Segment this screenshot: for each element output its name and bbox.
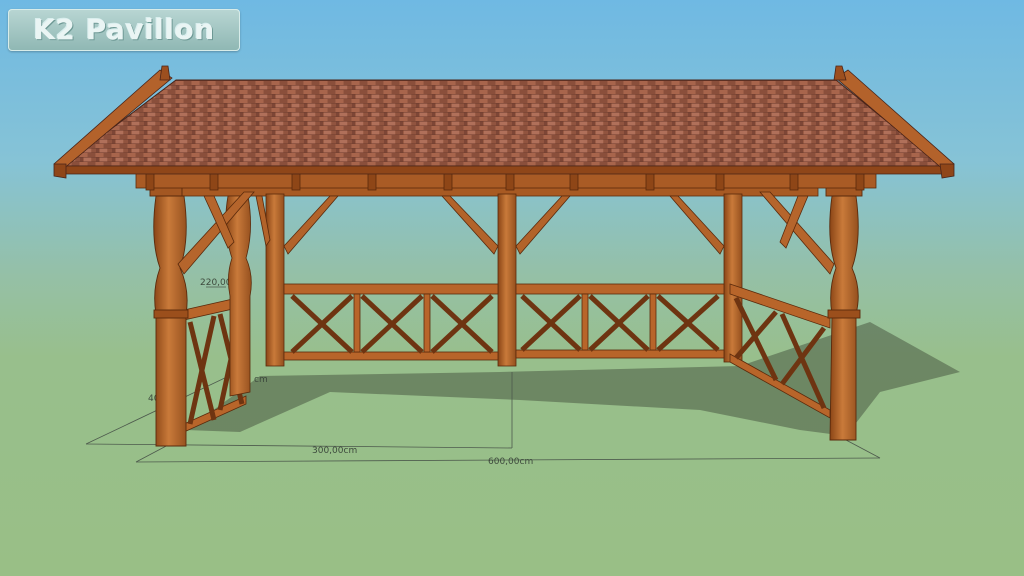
front-post-left	[149, 185, 189, 447]
back-braces	[255, 195, 725, 255]
title-badge: K2 Pavillon	[8, 9, 240, 51]
roof	[53, 65, 955, 179]
badge-title: K2 Pavillon	[33, 13, 215, 46]
back-railing-right	[515, 283, 725, 359]
height-dimension-label: 220,00	[200, 278, 232, 288]
viewport-3d[interactable]: 220,00 40 cm 300,00cm 600,00cm K2 Pavill…	[0, 0, 1024, 576]
cm-fragment-label: cm	[254, 375, 268, 385]
depth-dimension-label: 300,00cm	[312, 446, 357, 456]
back-railing-left	[283, 283, 499, 361]
width-dimension-label: 600,00cm	[488, 457, 533, 467]
pavilion-model: 220,00 40 cm 300,00cm 600,00cm	[53, 65, 960, 467]
